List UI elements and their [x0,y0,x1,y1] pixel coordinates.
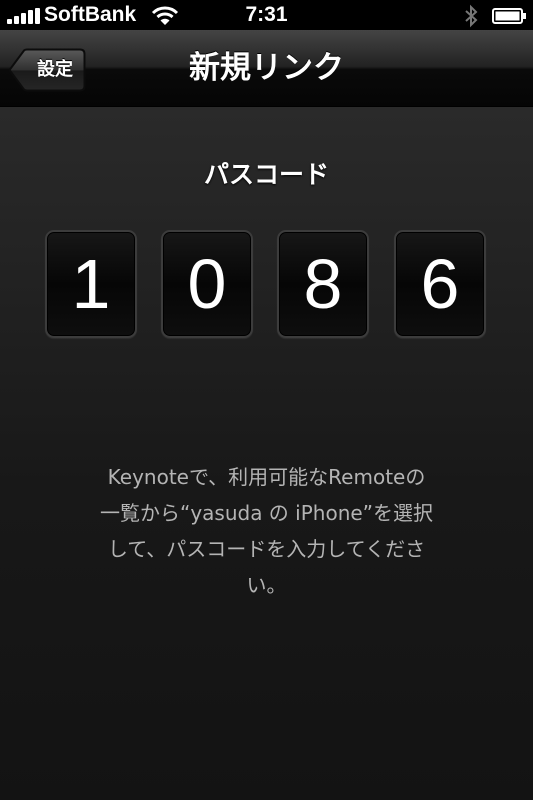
instruction-text: Keynoteで、利用可能なRemoteの 一覧から“yasuda の iPho… [40,459,493,603]
navigation-bar: 設定 新規リンク [0,30,533,107]
passcode-digit: 1 [71,245,111,323]
passcode-heading: パスコード [203,160,329,189]
instruction-line: い。 [246,573,287,597]
passcode-digit-box: 8 [277,230,369,338]
instruction-line: 一覧から“yasuda の iPhone”を選択 [99,501,434,525]
passcode-digit-box: 1 [45,230,137,338]
status-time: 7:31 [245,3,288,26]
passcode-digit: 0 [187,245,227,323]
status-bar: SoftBank 7:31 [0,0,533,30]
passcode-digit-box: 0 [161,230,253,338]
bluetooth-icon [465,4,478,28]
instruction-line: して、パスコードを入力してくださ [107,537,426,561]
instruction-line: Keynoteで、利用可能なRemoteの [107,465,426,489]
passcode-digit-box: 6 [394,230,486,338]
main-content: パスコード 1 0 8 6 Keynoteで、利用可能なRemoteの 一覧から… [0,107,533,800]
page-title: 新規リンク [189,50,344,86]
battery-icon [492,8,526,24]
passcode-digit: 8 [303,245,343,323]
passcode-digit: 6 [420,245,460,323]
